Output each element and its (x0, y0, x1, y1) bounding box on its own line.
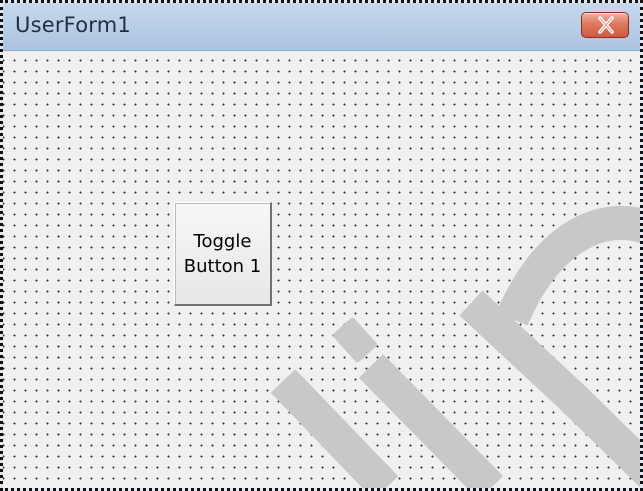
window-titlebar[interactable]: UserForm1 (3, 3, 640, 51)
toggle-button-label: Toggle Button 1 (183, 230, 262, 277)
close-button[interactable] (581, 12, 629, 38)
watermark-graphic (270, 205, 640, 488)
toggle-button-1[interactable]: Toggle Button 1 (174, 202, 272, 306)
window-title: UserForm1 (15, 13, 131, 37)
userform-design-canvas[interactable]: Toggle Button 1 (3, 51, 640, 488)
userform-window: UserForm1 Toggle Button 1 (0, 0, 643, 491)
close-icon (598, 16, 614, 34)
